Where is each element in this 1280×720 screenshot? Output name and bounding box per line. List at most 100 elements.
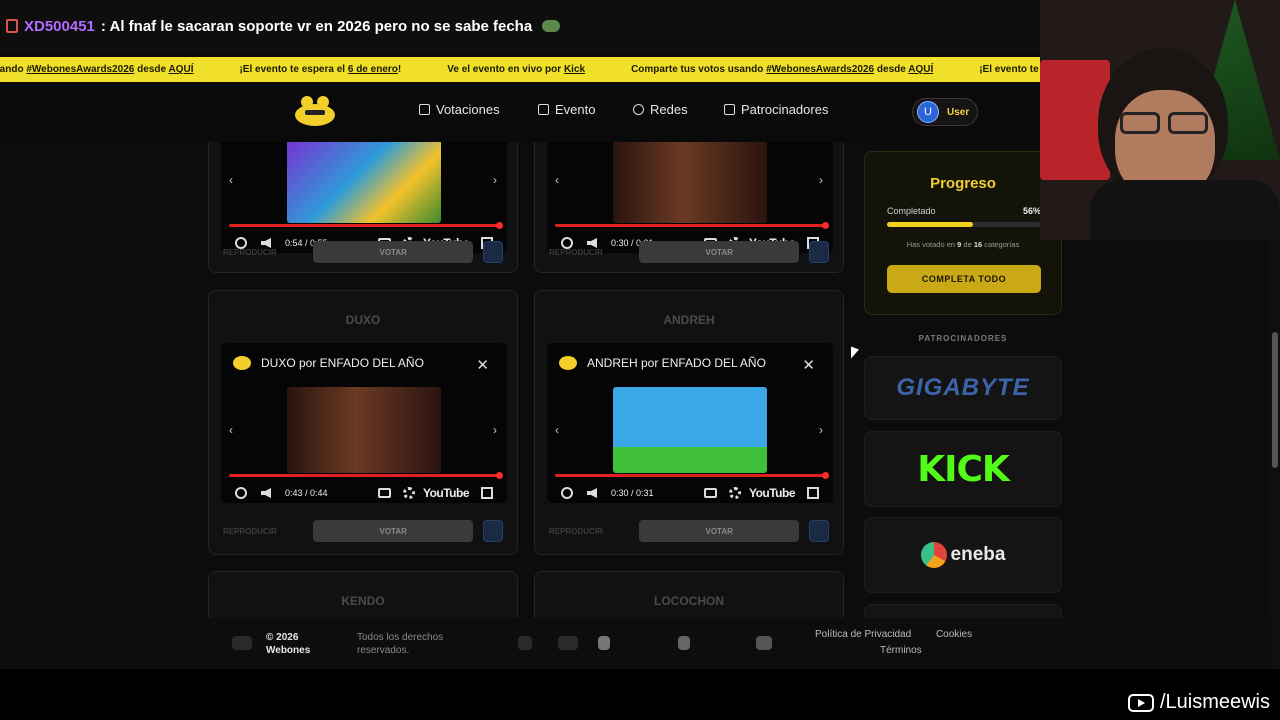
video-time: 0:30 / 0:31 bbox=[611, 488, 654, 498]
ticker-item: ¡El evento te espera el 6 de enero! bbox=[239, 64, 402, 75]
chevron-right-icon[interactable]: › bbox=[493, 173, 497, 187]
replay-icon[interactable] bbox=[561, 487, 573, 499]
calendar-icon bbox=[538, 104, 549, 115]
ballot-icon bbox=[419, 104, 430, 115]
site-header: Votaciones Evento Redes Patrocinadores U… bbox=[0, 82, 1040, 142]
eneba-logo-icon bbox=[920, 542, 947, 568]
user-menu[interactable]: U User bbox=[912, 98, 978, 126]
progress-bar bbox=[887, 222, 1041, 227]
chevron-left-icon[interactable]: ‹ bbox=[229, 423, 233, 437]
chevron-left-icon[interactable]: ‹ bbox=[555, 173, 559, 187]
streamer-handle: /Luismeewis bbox=[1127, 691, 1270, 714]
ticker-item: Comparte tus votos usando #WebonesAwards… bbox=[631, 64, 934, 75]
sponsor-eneba[interactable]: eneba bbox=[864, 517, 1062, 593]
vote-button[interactable]: VOTAR bbox=[638, 241, 800, 263]
close-icon[interactable]: ✕ bbox=[476, 356, 489, 374]
ticker-item: Ve el evento en vivo por Kick bbox=[447, 64, 586, 75]
captions-icon[interactable] bbox=[703, 488, 717, 498]
ticker-kick-link[interactable]: Kick bbox=[564, 64, 585, 75]
captions-icon[interactable] bbox=[377, 488, 391, 498]
play-button[interactable]: REPRODUCIR bbox=[549, 527, 639, 536]
chevron-right-icon[interactable]: › bbox=[819, 173, 823, 187]
external-link-button[interactable] bbox=[483, 241, 503, 263]
vote-button[interactable]: VOTAR bbox=[638, 520, 800, 542]
mouse-cursor-icon bbox=[851, 346, 859, 362]
vote-button[interactable]: VOTAR bbox=[312, 241, 474, 263]
replay-icon[interactable] bbox=[235, 487, 247, 499]
glasses-image bbox=[1168, 112, 1208, 134]
volume-icon[interactable] bbox=[261, 488, 271, 498]
ticker-aqui-link[interactable]: AQUÍ bbox=[168, 64, 193, 75]
terms-link[interactable]: Términos bbox=[880, 645, 922, 656]
nominee-name: LOCOCHON bbox=[654, 594, 724, 608]
kick-logo-icon bbox=[598, 636, 610, 650]
footer-logo bbox=[232, 636, 252, 650]
ticker-hashtag-link[interactable]: #WebonesAwards2026 bbox=[26, 64, 134, 75]
progress-label: Completado bbox=[887, 206, 936, 216]
eneba-logo-icon bbox=[678, 636, 690, 650]
fullscreen-icon[interactable] bbox=[807, 487, 819, 499]
play-button[interactable]: REPRODUCIR bbox=[223, 527, 313, 536]
video-progress-bar[interactable] bbox=[229, 222, 503, 229]
video-thumbnail[interactable] bbox=[613, 142, 767, 223]
privacy-link[interactable]: Política de Privacidad bbox=[815, 629, 911, 640]
footer-copyright: © 2026 Webones bbox=[266, 632, 311, 656]
progress-summary: Has votado en 9 de 16 categorías bbox=[906, 240, 1020, 249]
video-progress-bar[interactable] bbox=[555, 222, 829, 229]
video-progress-bar[interactable] bbox=[229, 472, 503, 479]
nominee-card: ‹ › 0:54 / 0:55 YouTube REPRODUCIR VOTAR bbox=[208, 142, 518, 273]
vote-button[interactable]: VOTAR bbox=[312, 520, 474, 542]
youtube-logo[interactable]: YouTube bbox=[423, 486, 470, 500]
external-link-button[interactable] bbox=[483, 520, 503, 542]
nominee-card-andreh: ANDREH ANDREH por ENFADO DEL AÑO ✕ ‹ › 0… bbox=[534, 290, 844, 555]
ticker-hashtag-link[interactable]: #WebonesAwards2026 bbox=[766, 64, 874, 75]
nominee-card-duxo: DUXO DUXO por ENFADO DEL AÑO ✕ ‹ › 0:43 … bbox=[208, 290, 518, 555]
nav-evento[interactable]: Evento bbox=[538, 102, 595, 117]
chevron-left-icon[interactable]: ‹ bbox=[555, 423, 559, 437]
youtube-logo[interactable]: YouTube bbox=[749, 486, 796, 500]
ticker-aqui-link[interactable]: AQUÍ bbox=[908, 64, 933, 75]
external-link-button[interactable] bbox=[809, 241, 829, 263]
close-icon[interactable]: ✕ bbox=[802, 356, 815, 374]
chevron-right-icon[interactable]: › bbox=[819, 423, 823, 437]
sponsor-gigabyte[interactable]: GIGABYTE bbox=[864, 356, 1062, 420]
external-link-button[interactable] bbox=[809, 520, 829, 542]
video-modal: ‹ › 0:54 / 0:55 YouTube bbox=[221, 142, 507, 253]
cookies-link[interactable]: Cookies bbox=[936, 629, 972, 640]
video-modal: ‹ › 0:30 / 0:31 YouTube bbox=[547, 142, 833, 253]
chevron-left-icon[interactable]: ‹ bbox=[229, 173, 233, 187]
scrollbar-thumb[interactable] bbox=[1272, 332, 1278, 468]
modal-header: DUXO por ENFADO DEL AÑO bbox=[233, 356, 424, 370]
stream-bottom-bar: /Luismeewis bbox=[0, 669, 1280, 720]
video-progress-bar[interactable] bbox=[555, 472, 829, 479]
youtube-icon bbox=[1127, 693, 1154, 712]
video-thumbnail[interactable] bbox=[287, 142, 441, 223]
nominee-name: DUXO bbox=[345, 313, 381, 327]
progress-percent: 56% bbox=[1022, 206, 1041, 216]
video-thumbnail[interactable] bbox=[287, 387, 441, 473]
video-thumbnail[interactable] bbox=[613, 387, 767, 473]
webones-logo[interactable] bbox=[295, 96, 335, 126]
nav-patrocinadores[interactable]: Patrocinadores bbox=[724, 102, 828, 117]
avatar: U bbox=[917, 101, 939, 123]
volume-icon[interactable] bbox=[587, 488, 597, 498]
video-modal: ANDREH por ENFADO DEL AÑO ✕ ‹ › 0:30 / 0… bbox=[547, 343, 833, 503]
nav-redes[interactable]: Redes bbox=[633, 102, 688, 117]
play-button[interactable]: REPRODUCIR bbox=[223, 248, 313, 257]
modal-header: ANDREH por ENFADO DEL AÑO bbox=[559, 356, 766, 370]
chevron-right-icon[interactable]: › bbox=[493, 423, 497, 437]
sponsors-heading: PATROCINADORES bbox=[918, 334, 1008, 343]
moderator-badge-icon bbox=[6, 19, 18, 33]
complete-all-button[interactable]: COMPLETA TODO bbox=[887, 265, 1041, 293]
sponsor-kick[interactable]: KICK bbox=[864, 431, 1062, 507]
nav-votaciones[interactable]: Votaciones bbox=[419, 102, 500, 117]
play-button[interactable]: REPRODUCIR bbox=[549, 248, 639, 257]
fullscreen-icon[interactable] bbox=[481, 487, 493, 499]
gear-icon[interactable] bbox=[402, 487, 415, 499]
stream-frame: XD500451 : Al fnaf le sacaran soporte vr… bbox=[0, 0, 1280, 720]
progress-panel: Progreso Completado 56% Has votado en 9 … bbox=[864, 151, 1062, 315]
streamer-shirt bbox=[1090, 180, 1280, 240]
nominee-name: ANDREH bbox=[663, 313, 715, 327]
gear-icon[interactable] bbox=[728, 487, 741, 499]
mtv-logo-icon bbox=[756, 636, 772, 650]
